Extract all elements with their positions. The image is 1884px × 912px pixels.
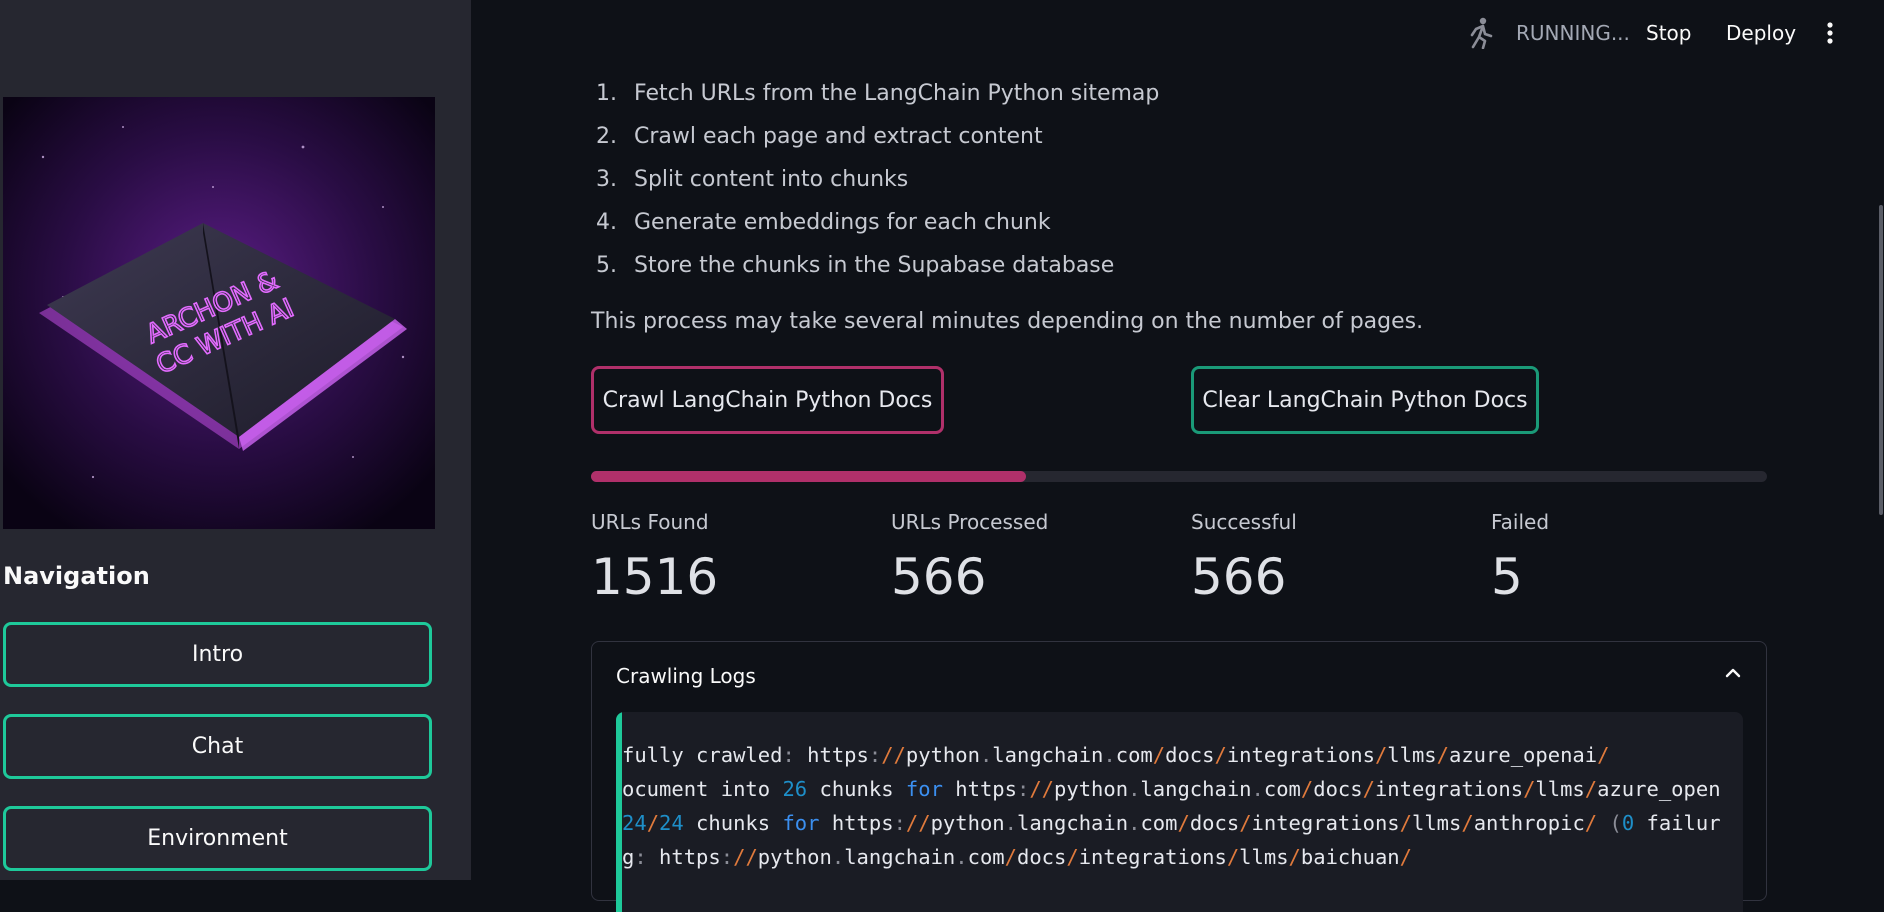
crawling-logs-expander: Crawling Logs fully crawled: https://pyt… [591,641,1767,912]
step-text: Fetch URLs from the LangChain Python sit… [634,81,1160,106]
process-step: 3. Split content into chunks [596,158,1159,201]
process-step: 4. Generate embeddings for each chunk [596,201,1159,244]
metric-value: 566 [891,548,987,606]
step-number: 2. [596,124,617,149]
process-step: 5. Store the chunks in the Supabase datab… [596,244,1159,287]
metric-label: Failed [1491,510,1550,534]
navigation-heading: Navigation [3,562,150,590]
log-lines: fully crawled: https://python.langchain.… [622,738,1721,874]
stop-button[interactable]: Stop [1646,18,1691,48]
nav-intro-button[interactable]: Intro [3,622,432,687]
step-text: Generate embeddings for each chunk [634,210,1051,235]
crawling-logs-title[interactable]: Crawling Logs [616,664,756,688]
deploy-button[interactable]: Deploy [1726,18,1796,48]
clear-docs-button[interactable]: Clear LangChain Python Docs [1191,366,1539,434]
process-note: This process may take several minutes de… [591,309,1424,334]
crawl-progress-bar [591,471,1767,482]
metric-value: 5 [1491,548,1523,606]
metric-urls-found: URLs Found 1516 [591,510,718,606]
page-scrollbar[interactable] [1879,205,1883,515]
metric-successful: Successful 566 [1191,510,1297,606]
nav-chat-button[interactable]: Chat [3,714,432,779]
nav-environment-button[interactable]: Environment [3,806,432,871]
sidebar: ARCHON & CC WITH AI Navigation Intro Cha… [0,0,471,880]
step-text: Store the chunks in the Supabase databas… [634,253,1115,278]
metric-label: Successful [1191,510,1297,534]
step-number: 4. [596,210,617,235]
chevron-up-icon[interactable] [1722,662,1744,684]
process-steps-list: 1. Fetch URLs from the LangChain Python s… [596,72,1159,287]
log-line: fully crawled: https://python.langchain.… [622,743,1610,767]
running-status-text: RUNNING... [1516,21,1630,45]
metric-label: URLs Found [591,510,709,534]
process-step: 2. Crawl each page and extract content [596,115,1159,158]
progress-fill [591,471,1027,482]
step-number: 1. [596,81,617,106]
log-line: g: https://python.langchain.com/docs/int… [622,845,1412,869]
step-number: 5. [596,253,617,278]
running-person-icon [1466,17,1498,49]
vertical-ellipsis-icon [1827,22,1833,44]
metric-value: 566 [1191,548,1287,606]
metric-failed: Failed 5 [1491,510,1549,606]
step-number: 3. [596,167,617,192]
book-logo-image: ARCHON & CC WITH AI [3,97,435,529]
main-menu-button[interactable] [1820,18,1840,48]
step-text: Split content into chunks [634,167,909,192]
log-output[interactable]: fully crawled: https://python.langchain.… [616,712,1743,912]
log-line: ocument into 26 chunks for https://pytho… [622,777,1721,801]
metric-value: 1516 [591,548,719,606]
log-line: 24/24 chunks for https://python.langchai… [622,811,1721,835]
crawl-docs-button[interactable]: Crawl LangChain Python Docs [591,366,944,434]
process-step: 1. Fetch URLs from the LangChain Python s… [596,72,1159,115]
metric-label: URLs Processed [891,510,1049,534]
metric-urls-processed: URLs Processed 566 [891,510,1048,606]
step-text: Crawl each page and extract content [634,124,1043,149]
